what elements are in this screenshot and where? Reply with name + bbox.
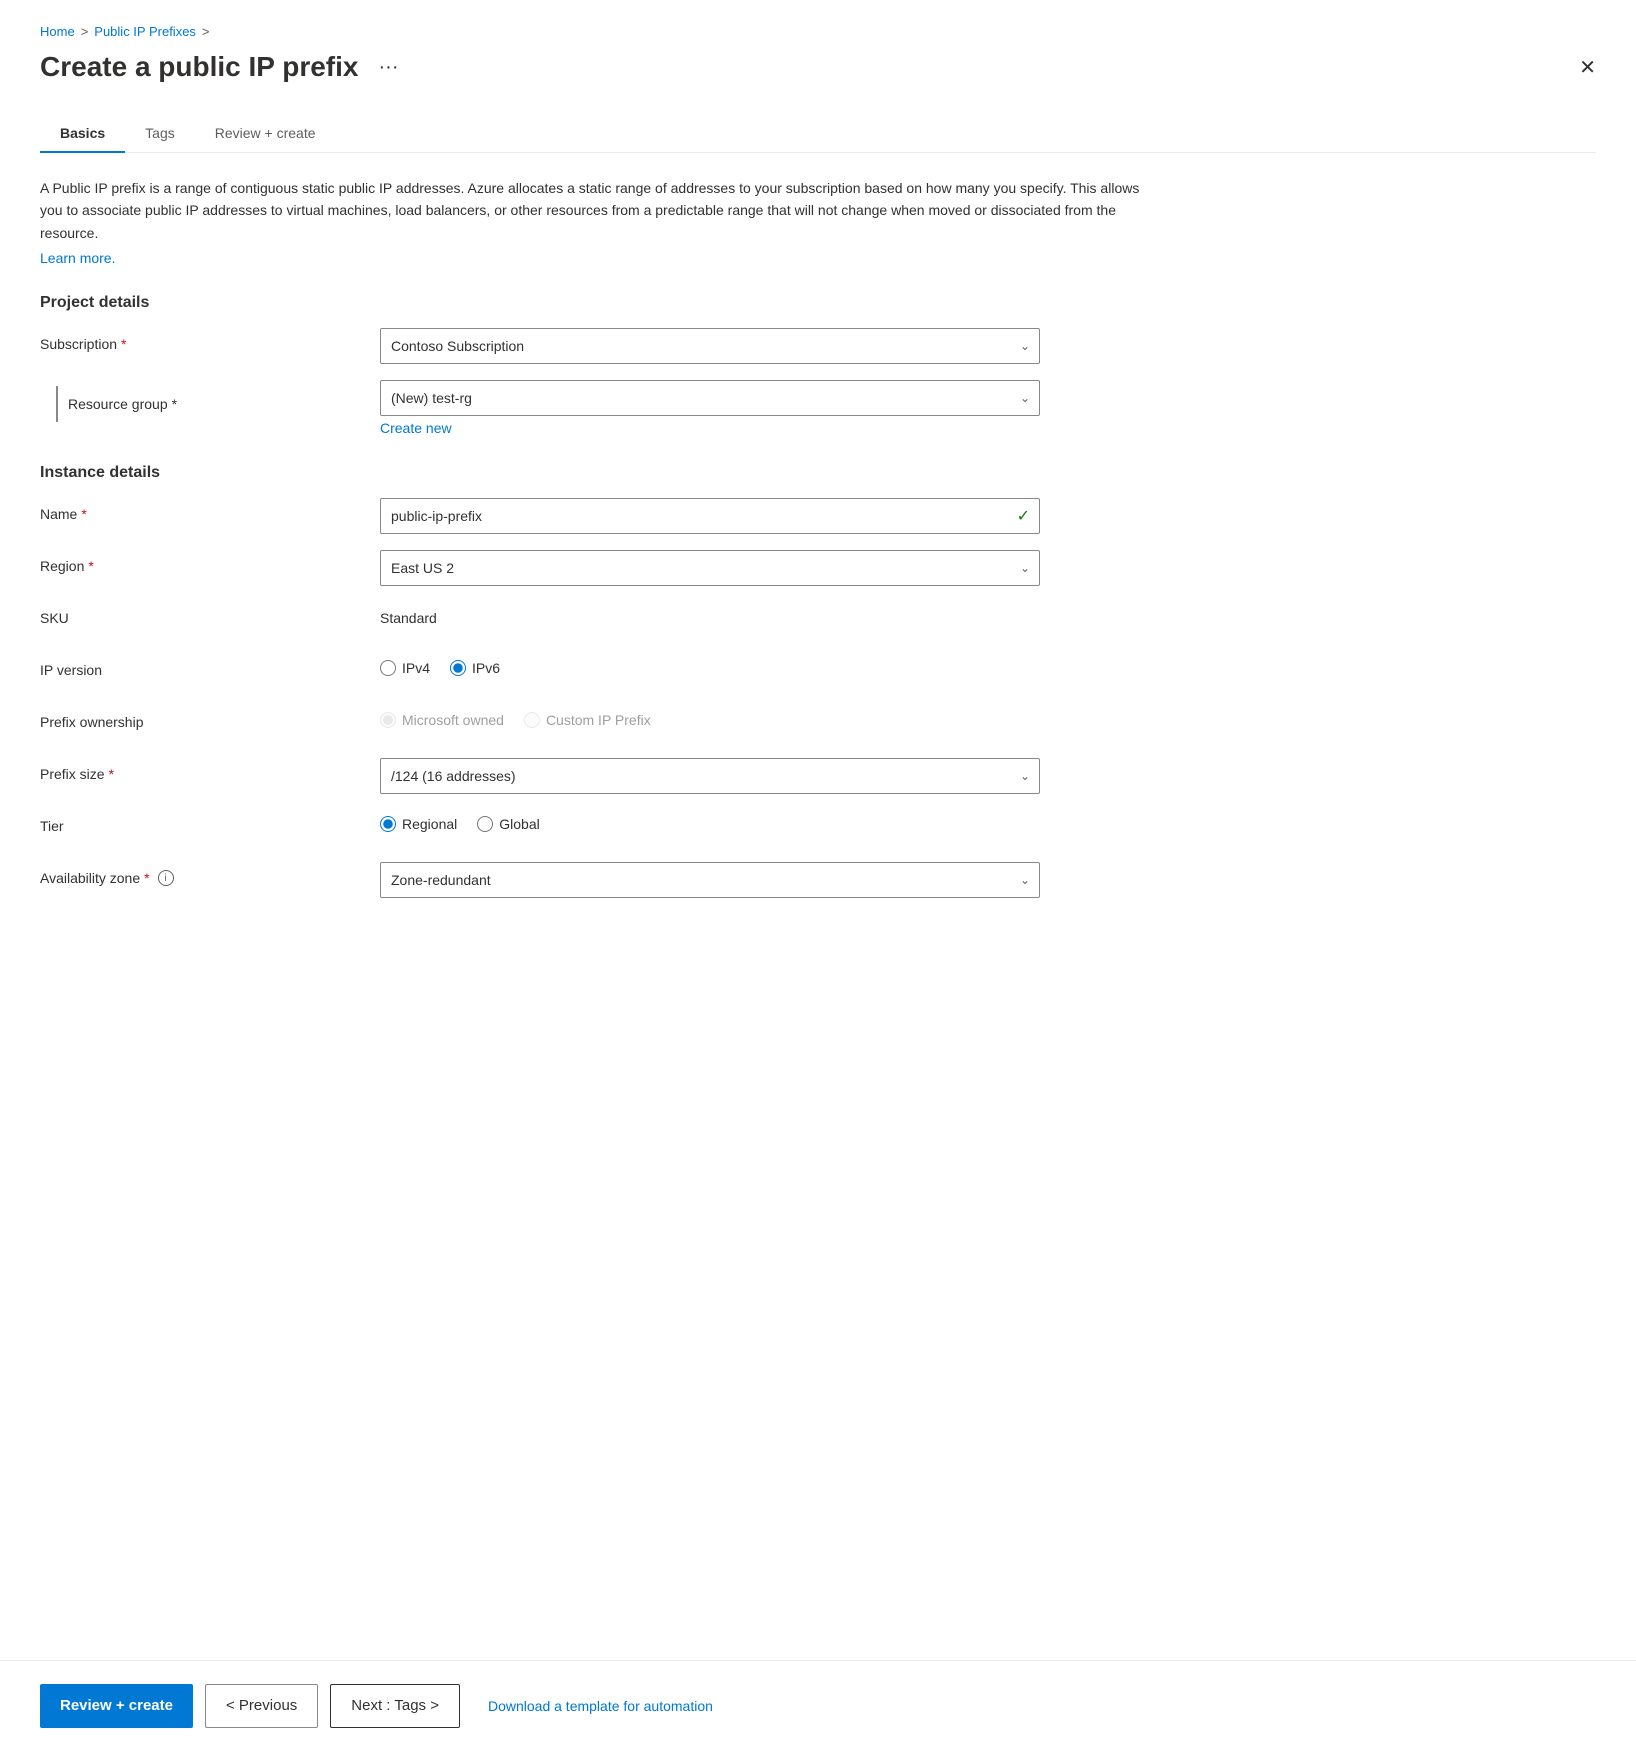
resource-group-required: * [172, 396, 177, 412]
tier-label: Tier [40, 818, 64, 834]
microsoft-owned-label: Microsoft owned [402, 712, 504, 728]
resource-group-control: (New) test-rg ⌄ Create new [380, 380, 1040, 436]
project-details-title: Project details [40, 294, 1596, 312]
resource-group-row: Resource group * (New) test-rg ⌄ Create … [40, 380, 1596, 436]
ip-version-ipv6-option[interactable]: IPv6 [450, 660, 500, 676]
tab-tags[interactable]: Tags [125, 115, 195, 153]
sku-row: SKU Standard [40, 602, 1596, 638]
availability-zone-required: * [144, 870, 149, 886]
name-required: * [81, 506, 86, 522]
review-create-button[interactable]: Review + create [40, 1684, 193, 1728]
ipv6-radio[interactable] [450, 660, 466, 676]
subscription-control: Contoso Subscription ⌄ [380, 328, 1040, 364]
ipv6-label: IPv6 [472, 660, 500, 676]
name-row: Name * ✓ [40, 498, 1596, 534]
region-select[interactable]: East US 2 [380, 550, 1040, 586]
page-title: Create a public IP prefix [40, 51, 359, 83]
description-text: A Public IP prefix is a range of contigu… [40, 177, 1140, 244]
resource-group-label: Resource group [68, 396, 168, 412]
subscription-select[interactable]: Contoso Subscription [380, 328, 1040, 364]
ellipsis-button[interactable]: ··· [371, 52, 407, 83]
availability-zone-label: Availability zone [40, 870, 140, 886]
name-check-icon: ✓ [1017, 506, 1030, 526]
prefix-size-required: * [109, 766, 114, 782]
name-control: ✓ [380, 498, 1040, 534]
breadcrumb-public-ip-prefixes[interactable]: Public IP Prefixes [94, 24, 196, 39]
indent-line [56, 386, 58, 422]
custom-ip-prefix-option[interactable]: Custom IP Prefix [524, 712, 651, 728]
microsoft-owned-radio[interactable] [380, 712, 396, 728]
availability-zone-row: Availability zone * i Zone-redundant ⌄ [40, 862, 1596, 898]
prefix-ownership-row: Prefix ownership Microsoft owned Custom … [40, 706, 1596, 742]
ip-version-radio-group: IPv4 IPv6 [380, 654, 1040, 676]
prefix-size-control: /124 (16 addresses) ⌄ [380, 758, 1040, 794]
next-button[interactable]: Next : Tags > [330, 1684, 460, 1728]
breadcrumb-sep1: > [81, 24, 89, 39]
region-row: Region * East US 2 ⌄ [40, 550, 1596, 586]
footer: Review + create < Previous Next : Tags >… [0, 1660, 1636, 1750]
region-required: * [88, 558, 93, 574]
download-template-link[interactable]: Download a template for automation [488, 1698, 713, 1714]
ip-version-ipv4-option[interactable]: IPv4 [380, 660, 430, 676]
region-control: East US 2 ⌄ [380, 550, 1040, 586]
subscription-row: Subscription * Contoso Subscription ⌄ [40, 328, 1596, 364]
tab-bar: Basics Tags Review + create [40, 115, 1596, 153]
availability-zone-control: Zone-redundant ⌄ [380, 862, 1040, 898]
tab-review-create[interactable]: Review + create [195, 115, 336, 153]
breadcrumb-sep2: > [202, 24, 210, 39]
name-label: Name [40, 506, 77, 522]
page-header: Create a public IP prefix ··· ✕ [40, 51, 1596, 83]
tier-global-radio[interactable] [477, 816, 493, 832]
tier-regional-label: Regional [402, 816, 457, 832]
availability-zone-select[interactable]: Zone-redundant [380, 862, 1040, 898]
instance-details-title: Instance details [40, 464, 1596, 482]
region-label: Region [40, 558, 84, 574]
tier-global-label: Global [499, 816, 539, 832]
prefix-ownership-label: Prefix ownership [40, 714, 144, 730]
availability-zone-info-icon[interactable]: i [158, 870, 174, 886]
prefix-ownership-radio-group: Microsoft owned Custom IP Prefix [380, 706, 1040, 728]
microsoft-owned-option[interactable]: Microsoft owned [380, 712, 504, 728]
learn-more-link[interactable]: Learn more. [40, 250, 115, 266]
breadcrumb-home[interactable]: Home [40, 24, 75, 39]
name-input[interactable] [380, 498, 1040, 534]
subscription-required: * [121, 336, 126, 352]
ip-version-label: IP version [40, 662, 102, 678]
tier-regional-radio[interactable] [380, 816, 396, 832]
subscription-label: Subscription [40, 336, 117, 352]
tier-global-option[interactable]: Global [477, 816, 539, 832]
ipv4-radio[interactable] [380, 660, 396, 676]
create-new-link[interactable]: Create new [380, 420, 1040, 436]
tier-radio-group: Regional Global [380, 810, 1040, 832]
resource-group-select[interactable]: (New) test-rg [380, 380, 1040, 416]
ipv4-label: IPv4 [402, 660, 430, 676]
prefix-size-select[interactable]: /124 (16 addresses) [380, 758, 1040, 794]
tier-row: Tier Regional Global [40, 810, 1596, 846]
ip-version-row: IP version IPv4 IPv6 [40, 654, 1596, 690]
tier-regional-option[interactable]: Regional [380, 816, 457, 832]
close-button[interactable]: ✕ [1579, 55, 1596, 80]
tab-basics[interactable]: Basics [40, 115, 125, 153]
prefix-size-row: Prefix size * /124 (16 addresses) ⌄ [40, 758, 1596, 794]
sku-value: Standard [380, 602, 1040, 626]
sku-label: SKU [40, 610, 69, 626]
custom-ip-prefix-label: Custom IP Prefix [546, 712, 651, 728]
previous-button[interactable]: < Previous [205, 1684, 318, 1728]
prefix-size-label: Prefix size [40, 766, 105, 782]
custom-ip-prefix-radio[interactable] [524, 712, 540, 728]
breadcrumb: Home > Public IP Prefixes > [40, 24, 1596, 39]
